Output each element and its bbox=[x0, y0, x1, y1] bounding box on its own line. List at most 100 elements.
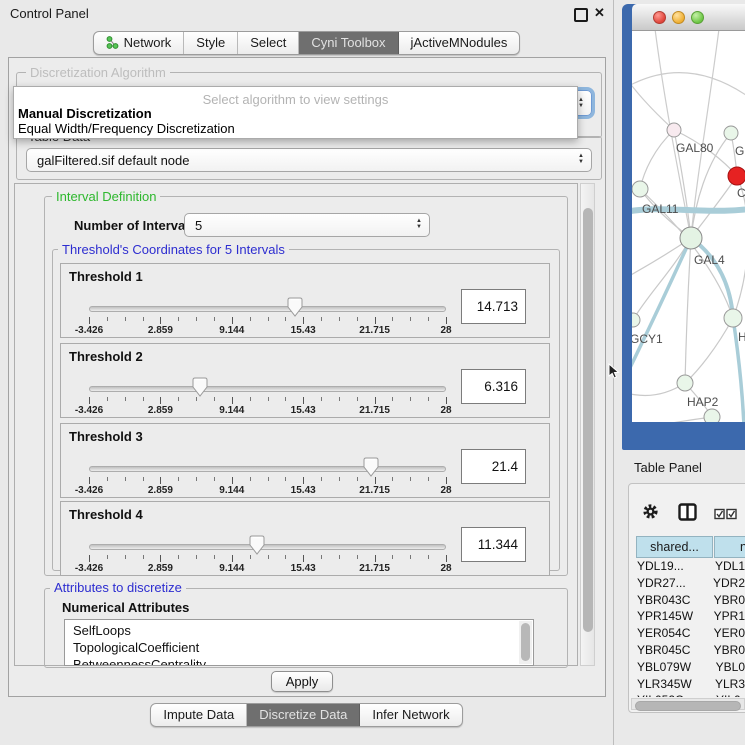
slider-tick bbox=[125, 555, 126, 559]
bottom-tab-discretize-data[interactable]: Discretize Data bbox=[247, 704, 360, 726]
tab-jactivemnodules[interactable]: jActiveMNodules bbox=[399, 32, 520, 54]
network-node[interactable] bbox=[680, 227, 702, 249]
network-node[interactable] bbox=[632, 313, 640, 327]
algorithm-popup-hint: Select algorithm to view settings bbox=[14, 92, 577, 107]
bottom-tab-bar: Impute Data Discretize DataInfer Network bbox=[0, 703, 613, 727]
threshold-value-field[interactable]: 14.713 bbox=[461, 289, 526, 324]
threshold-slider-track[interactable] bbox=[89, 544, 446, 550]
table-row[interactable]: YER054CYER0 bbox=[630, 626, 745, 643]
network-view-window[interactable]: GAL80GCGAL11GAL4GCY1HHAP2 bbox=[622, 4, 745, 450]
attribute-list-item[interactable]: TopologicalCoefficient bbox=[65, 639, 533, 656]
slider-tick-label: -3.426 bbox=[75, 405, 103, 416]
slider-tick-label: 15.43 bbox=[291, 563, 316, 574]
interval-definition-title: Interval Definition bbox=[52, 190, 160, 203]
tab-select[interactable]: Select bbox=[238, 32, 299, 54]
slider-thumb[interactable] bbox=[249, 535, 265, 555]
network-node[interactable] bbox=[728, 167, 745, 185]
checkbox-pair-icon[interactable] bbox=[714, 508, 738, 520]
attribute-list-item[interactable]: SelfLoops bbox=[65, 622, 533, 639]
num-intervals-combo[interactable]: 5 ▲▼ bbox=[184, 213, 430, 237]
threshold-slider-track[interactable] bbox=[89, 466, 446, 472]
tab-label: jActiveMNodules bbox=[411, 35, 508, 50]
zoom-traffic-light[interactable] bbox=[691, 11, 704, 24]
slider-tick bbox=[321, 477, 322, 481]
table-cell-shared-name: YIL052C bbox=[630, 693, 708, 697]
slider-tick-label: 28 bbox=[440, 405, 451, 416]
table-row[interactable]: YIL052CYIL0 bbox=[630, 693, 745, 697]
table-header-name[interactable]: na bbox=[714, 536, 745, 558]
close-icon[interactable]: ✕ bbox=[594, 5, 605, 21]
threshold-slider-track[interactable] bbox=[89, 386, 446, 392]
tab-network[interactable]: Network bbox=[94, 32, 185, 54]
numerical-attributes-label: Numerical Attributes bbox=[62, 600, 189, 615]
list-scrollbar[interactable] bbox=[519, 621, 532, 664]
bottom-tab-label: Impute Data bbox=[163, 707, 234, 722]
close-traffic-light[interactable] bbox=[653, 11, 666, 24]
table-cell-shared-name: YBL079W bbox=[630, 660, 708, 677]
horizontal-scrollbar[interactable] bbox=[631, 698, 745, 710]
network-canvas[interactable]: GAL80GCGAL11GAL4GCY1HHAP2 bbox=[632, 31, 745, 422]
network-node[interactable] bbox=[704, 409, 720, 422]
tab-cyni-toolbox[interactable]: Cyni Toolbox bbox=[299, 32, 398, 54]
slider-tick bbox=[410, 317, 411, 321]
algorithm-option[interactable]: Equal Width/Frequency Discretization bbox=[18, 121, 235, 136]
threshold-value-field[interactable]: 11.344 bbox=[461, 527, 526, 562]
slider-tick bbox=[178, 397, 179, 401]
slider-tick bbox=[268, 397, 269, 401]
slider-thumb[interactable] bbox=[192, 377, 208, 397]
bottom-tab-infer-network[interactable]: Infer Network bbox=[360, 704, 461, 726]
table-row[interactable]: YBL079WYBL0 bbox=[630, 660, 745, 677]
table-data-combo[interactable]: galFiltered.sif default node ▲▼ bbox=[26, 148, 592, 172]
vertical-scrollbar[interactable] bbox=[580, 183, 595, 666]
gear-icon[interactable] bbox=[642, 503, 659, 520]
threshold-value-field[interactable]: 21.4 bbox=[461, 449, 526, 484]
network-node[interactable] bbox=[724, 309, 742, 327]
minimize-traffic-light[interactable] bbox=[672, 11, 685, 24]
bottom-tab-impute-data[interactable]: Impute Data bbox=[151, 704, 247, 726]
algorithm-option[interactable]: Manual Discretization bbox=[18, 106, 152, 121]
table-row[interactable]: YBR043CYBR0 bbox=[630, 593, 745, 610]
network-node[interactable] bbox=[724, 126, 738, 140]
scrollbar-thumb[interactable] bbox=[583, 208, 593, 632]
split-columns-icon[interactable] bbox=[678, 503, 697, 521]
slider-tick bbox=[125, 477, 126, 481]
threshold-value-field[interactable]: 6.316 bbox=[461, 369, 526, 404]
table-row[interactable]: YDL19...YDL1 bbox=[630, 559, 745, 576]
network-node[interactable] bbox=[632, 181, 648, 197]
network-window-titlebar[interactable] bbox=[632, 4, 745, 31]
table-row[interactable]: YLR345WYLR3 bbox=[630, 677, 745, 694]
slider-tick bbox=[89, 317, 90, 324]
table-row[interactable]: YPR145WYPR1 bbox=[630, 609, 745, 626]
slider-thumb[interactable] bbox=[363, 457, 379, 477]
slider-tick-label: 15.43 bbox=[291, 485, 316, 496]
table-header-shared[interactable]: shared... bbox=[636, 536, 713, 558]
threshold-slider-track[interactable] bbox=[89, 306, 446, 312]
tab-style[interactable]: Style bbox=[184, 32, 238, 54]
slider-tick bbox=[214, 317, 215, 321]
table-cell-shared-name: YDR27... bbox=[630, 576, 705, 593]
slider-tick-label: 9.144 bbox=[219, 485, 244, 496]
slider-thumb[interactable] bbox=[287, 297, 303, 317]
slider-tick-label: 21.715 bbox=[359, 405, 390, 416]
table-cell-shared-name: YDL19... bbox=[630, 559, 707, 576]
slider-tick bbox=[196, 555, 197, 559]
slider-tick bbox=[428, 317, 429, 321]
hscrollbar-thumb[interactable] bbox=[635, 701, 741, 711]
table-row[interactable]: YBR045CYBR0 bbox=[630, 643, 745, 660]
network-node[interactable] bbox=[667, 123, 681, 137]
apply-button[interactable]: Apply bbox=[271, 671, 333, 692]
threshold-label: Threshold 4 bbox=[69, 507, 143, 522]
table-row[interactable]: YDR27...YDR2 bbox=[630, 576, 745, 593]
slider-tick bbox=[107, 397, 108, 401]
tab-label: Style bbox=[196, 35, 225, 50]
slider-tick bbox=[160, 555, 161, 562]
slider-tick bbox=[232, 477, 233, 484]
attribute-list-item[interactable]: BetweennessCentrality bbox=[65, 656, 533, 666]
list-scrollbar-thumb[interactable] bbox=[521, 623, 530, 661]
float-window-icon[interactable] bbox=[574, 8, 588, 22]
num-intervals-label: Number of Intervals bbox=[74, 218, 196, 233]
table-rows: YDL19...YDL1YDR27...YDR2YBR043CYBR0YPR14… bbox=[630, 559, 745, 697]
network-node-label: GCY1 bbox=[632, 332, 663, 346]
attributes-list[interactable]: SelfLoopsTopologicalCoefficientBetweenne… bbox=[64, 619, 534, 666]
network-node[interactable] bbox=[677, 375, 693, 391]
